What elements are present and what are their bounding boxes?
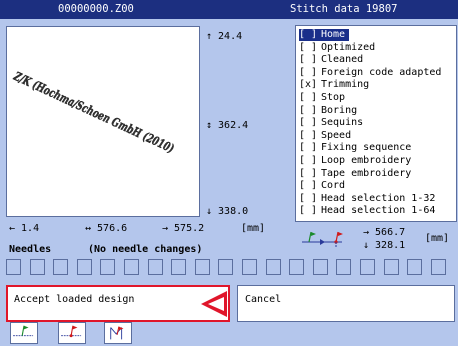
option-item[interactable]: [ ] Stop [299,92,349,104]
option-checkbox[interactable]: [ ] [299,42,321,54]
needle-cell [383,259,399,275]
needle-cell [100,259,116,275]
start-point-button[interactable] [10,322,38,344]
window-title: Stitch data 19807 [290,3,398,15]
offset-icon [302,231,343,248]
option-checkbox[interactable]: [x] [299,79,321,91]
offset-x: → 566.7 [363,227,406,238]
option-checkbox[interactable]: [ ] [299,155,321,167]
option-label: Cord [321,180,346,192]
option-checkbox[interactable]: [ ] [299,142,321,154]
option-checkbox[interactable]: [ ] [299,168,321,180]
option-checkbox[interactable]: [ ] [299,180,321,192]
option-item[interactable]: [ ] Head selection 1-64 [299,205,439,217]
dim-unit: [mm] [241,223,266,234]
stitch-options-list[interactable]: [ ] Home[ ] Optimized[ ] Cleaned[ ] Foreign … [295,25,457,222]
option-label: Cleaned [321,54,364,66]
design-preview-canvas: Z/K (Hochma/Schoen GmbH (2010) [11,69,177,156]
needle-cell [147,259,163,275]
accept-highlight [6,285,230,322]
option-item[interactable]: [ ] Fixing sequence [299,142,415,154]
dim-left: ← 1.4 [9,223,40,234]
height-total: ↕ 362.4 [206,120,249,131]
option-item[interactable]: [x] Trimming [299,79,373,91]
title-bar: 00000000.Z00 Stitch data 19807 [0,0,458,19]
option-label: Optimized [321,41,376,53]
option-label: Head selection 1-32 [321,192,436,204]
option-item[interactable]: [ ] Sequins [299,117,367,129]
pointer-arrow-icon [201,291,227,317]
design-text: Z/K (Hochma/Schoen GmbH (2010) [11,69,176,156]
option-label: Sequins [321,117,364,129]
option-checkbox[interactable]: [ ] [299,130,321,142]
offset-unit: [mm] [425,233,450,244]
option-label: Trimming [321,79,370,91]
needle-cell [289,259,305,275]
needle-cell [407,259,423,275]
needle-cell [360,259,375,275]
dim-right: → 575.2 [162,223,205,234]
start-point-icon [13,325,34,337]
needle-cell [6,259,21,275]
option-label: Foreign code adapted [321,66,442,78]
offset-y: ↓ 328.1 [363,240,406,251]
needle-cell [29,259,45,275]
needle-cell [218,259,234,275]
option-label: Loop embroidery [321,155,412,166]
option-label: Speed [321,129,352,141]
option-item[interactable]: [ ] Foreign code adapted [299,67,445,79]
option-item[interactable]: [ ] Tape embroidery [299,168,415,180]
needle-cell [336,259,352,275]
height-bottom: ↓ 338.0 [206,206,249,217]
needle-cell [312,259,328,275]
frame-button[interactable] [104,322,132,344]
end-point-icon [61,325,82,338]
option-item[interactable]: [ ] Optimized [299,42,379,54]
option-item[interactable]: [ ] Speed [299,130,355,142]
option-checkbox[interactable]: [ ] [299,92,321,104]
option-item[interactable]: [ ] Head selection 1-32 [299,193,439,205]
needle-cell [242,259,257,275]
cancel-button-label: Cancel [245,294,282,305]
option-label: Tape embroidery [321,167,412,179]
needle-cell [76,259,92,275]
design-preview: Z/K (Hochma/Schoen GmbH (2010) [6,26,200,217]
dim-width: ↔ 576.6 [85,223,128,234]
needles-info: (No needle changes) [88,244,203,255]
needle-cell [53,259,69,275]
option-checkbox[interactable]: [ ] [299,29,321,41]
needle-cell [265,259,281,275]
needle-cell [171,259,187,275]
option-checkbox[interactable]: [ ] [299,67,321,79]
option-checkbox[interactable]: [ ] [299,117,321,129]
option-label: Head selection 1-64 [321,205,436,217]
option-checkbox[interactable]: [ ] [299,205,321,217]
cancel-button[interactable]: Cancel [237,285,455,322]
option-item[interactable]: [ ] Cleaned [299,54,367,66]
option-label: Stop [321,92,346,103]
needle-cell [124,259,139,275]
needle-cell [430,259,446,275]
option-label: Home [321,29,346,40]
file-name: 00000000.Z00 [58,3,134,15]
option-item[interactable]: [ ] Home [299,29,350,41]
option-item[interactable]: [ ] Cord [299,180,349,192]
needle-cell [194,259,210,275]
end-point-button[interactable] [58,322,86,344]
frame-icon [110,326,124,340]
height-top: ↑ 24.4 [206,31,243,42]
option-checkbox[interactable]: [ ] [299,54,321,66]
option-item[interactable]: [ ] Loop embroidery [299,155,415,167]
option-label: Fixing sequence [321,142,412,154]
option-label: Boring [321,104,358,116]
needles-label: Needles [9,244,52,255]
option-checkbox[interactable]: [ ] [299,105,321,117]
option-item[interactable]: [ ] Boring [299,105,361,117]
option-checkbox[interactable]: [ ] [299,193,321,205]
